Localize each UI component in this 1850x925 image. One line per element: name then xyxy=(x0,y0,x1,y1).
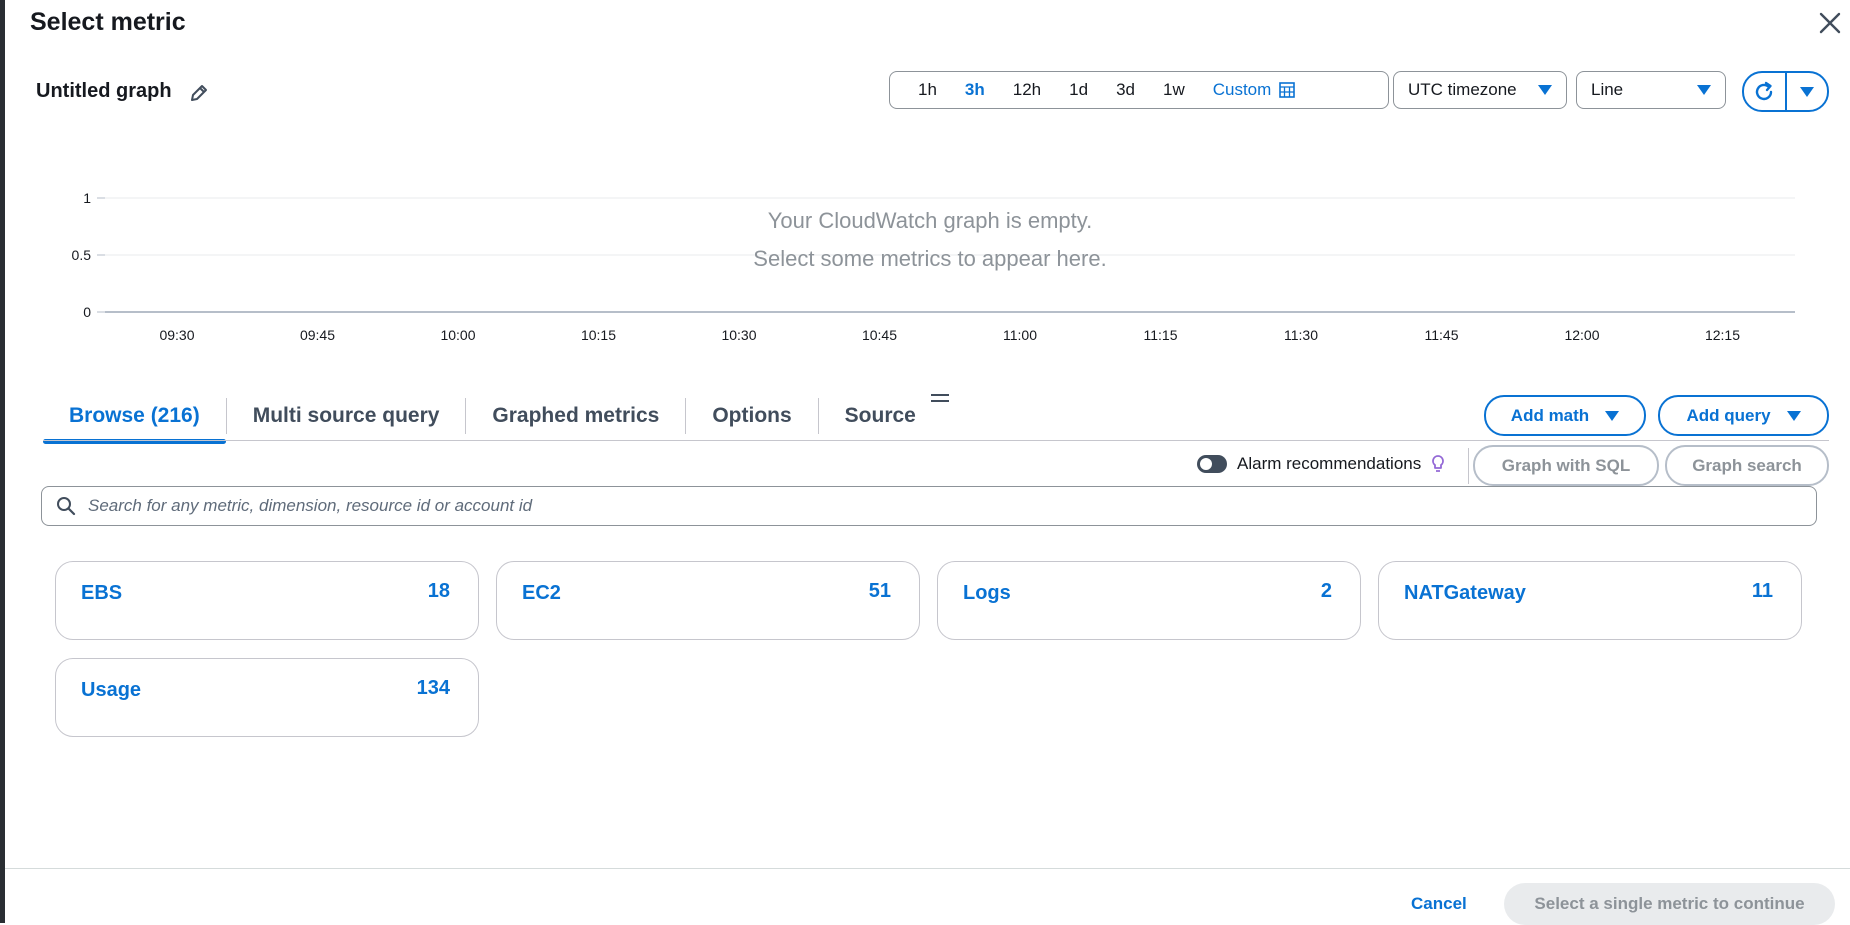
x-tick-label: 11:30 xyxy=(1284,327,1318,343)
namespace-card-ec2[interactable]: EC2 51 xyxy=(496,561,920,640)
namespace-card-ebs[interactable]: EBS 18 xyxy=(55,561,479,640)
namespace-card-natgateway[interactable]: NATGateway 11 xyxy=(1378,561,1802,640)
range-1d-button[interactable]: 1d xyxy=(1055,80,1102,100)
tab-graphed-metrics[interactable]: Graphed metrics xyxy=(466,390,685,442)
x-tick-label: 12:00 xyxy=(1564,327,1599,343)
select-metric-dialog: Select metric Untitled graph 1h 3h 12h 1… xyxy=(5,0,1850,925)
alarm-recommendations-toggle[interactable] xyxy=(1197,455,1227,473)
x-tick-label: 10:15 xyxy=(581,327,616,343)
empty-chart-message: Your CloudWatch graph is empty. xyxy=(767,208,1093,233)
y-tick-label: 0 xyxy=(83,304,91,320)
tab-options[interactable]: Options xyxy=(686,390,817,442)
graph-search-label: Graph search xyxy=(1692,455,1802,475)
range-3d-button[interactable]: 3d xyxy=(1102,80,1149,100)
tab-multi-source-query[interactable]: Multi source query xyxy=(227,390,466,442)
x-tick-label: 09:30 xyxy=(159,327,194,343)
namespace-name: Logs xyxy=(963,582,1011,604)
add-query-label: Add query xyxy=(1686,405,1771,425)
x-tick-label: 12:15 xyxy=(1705,327,1740,343)
chart-type-select[interactable]: Line xyxy=(1576,71,1726,109)
alarm-recommendations-label: Alarm recommendations xyxy=(1237,454,1422,473)
x-tick-label: 11:15 xyxy=(1144,327,1178,343)
lightbulb-icon[interactable] xyxy=(1431,454,1445,474)
graph-with-sql-button[interactable]: Graph with SQL xyxy=(1473,445,1659,486)
resize-handle-icon[interactable] xyxy=(931,394,949,406)
toolbar-divider xyxy=(1468,448,1469,484)
range-12h-button[interactable]: 12h xyxy=(999,80,1055,100)
custom-range-label: Custom xyxy=(1212,80,1272,99)
metric-tabs: Browse (216) Multi source query Graphed … xyxy=(43,390,942,444)
footer-divider xyxy=(5,868,1850,869)
caret-down-icon xyxy=(1786,410,1801,421)
cancel-button[interactable]: Cancel xyxy=(1411,894,1467,914)
namespace-count: 18 xyxy=(427,580,450,602)
range-3h-button[interactable]: 3h xyxy=(951,80,999,100)
metric-search-input[interactable] xyxy=(88,496,1788,516)
timezone-select[interactable]: UTC timezone xyxy=(1393,71,1567,109)
select-metric-continue-button[interactable]: Select a single metric to continue xyxy=(1504,883,1835,925)
tab-source[interactable]: Source xyxy=(819,390,942,442)
graph-search-button[interactable]: Graph search xyxy=(1665,445,1829,486)
tabs-divider xyxy=(43,440,1829,441)
namespace-card-logs[interactable]: Logs 2 xyxy=(937,561,1361,640)
y-tick-label: 1 xyxy=(83,190,91,206)
x-tick-label: 10:45 xyxy=(862,327,897,343)
caret-down-icon xyxy=(1538,85,1552,95)
close-icon[interactable] xyxy=(1815,8,1845,38)
timezone-value: UTC timezone xyxy=(1408,80,1517,99)
empty-chart-hint: Select some metrics to appear here. xyxy=(753,246,1107,271)
tab-browse[interactable]: Browse (216) xyxy=(43,390,226,444)
search-icon xyxy=(57,497,76,516)
metric-search-box xyxy=(41,486,1817,526)
x-tick-label: 09:45 xyxy=(300,327,335,343)
add-math-label: Add math xyxy=(1510,405,1590,425)
refresh-button-group xyxy=(1742,71,1829,112)
add-math-button[interactable]: Add math xyxy=(1484,395,1646,436)
namespace-name: EBS xyxy=(81,582,123,604)
custom-range-button[interactable]: Custom xyxy=(1199,80,1296,100)
namespace-card-usage[interactable]: Usage 134 xyxy=(55,658,479,737)
calendar-icon xyxy=(1279,82,1296,98)
namespace-name: NATGateway xyxy=(1404,582,1526,604)
namespace-count: 134 xyxy=(416,677,450,699)
namespace-name: EC2 xyxy=(522,582,561,604)
namespace-count: 2 xyxy=(1320,580,1332,602)
alarm-recommendations-control: Alarm recommendations xyxy=(1197,454,1445,474)
pencil-edit-icon[interactable] xyxy=(188,82,210,104)
namespace-count: 51 xyxy=(868,580,891,602)
refresh-icon xyxy=(1756,81,1773,100)
dialog-title: Select metric xyxy=(30,8,186,36)
x-tick-label: 11:45 xyxy=(1425,327,1459,343)
caret-down-icon xyxy=(1697,85,1711,95)
namespace-name: Usage xyxy=(81,679,142,701)
caret-down-icon xyxy=(1799,86,1814,97)
x-tick-label: 11:00 xyxy=(1003,327,1037,343)
add-query-button[interactable]: Add query xyxy=(1658,395,1829,436)
chart-type-value: Line xyxy=(1591,80,1624,99)
graph-title: Untitled graph xyxy=(36,80,172,102)
x-tick-label: 10:30 xyxy=(721,327,756,343)
range-1w-button[interactable]: 1w xyxy=(1149,80,1199,100)
x-tick-label: 10:00 xyxy=(440,327,475,343)
namespace-count: 11 xyxy=(1751,580,1773,602)
graph-with-sql-label: Graph with SQL xyxy=(1501,455,1631,475)
range-1h-button[interactable]: 1h xyxy=(904,80,951,100)
refresh-options-button[interactable] xyxy=(1784,73,1828,110)
refresh-button[interactable] xyxy=(1744,73,1785,110)
caret-down-icon xyxy=(1605,410,1620,421)
time-range-selector: 1h 3h 12h 1d 3d 1w Custom xyxy=(889,71,1389,109)
